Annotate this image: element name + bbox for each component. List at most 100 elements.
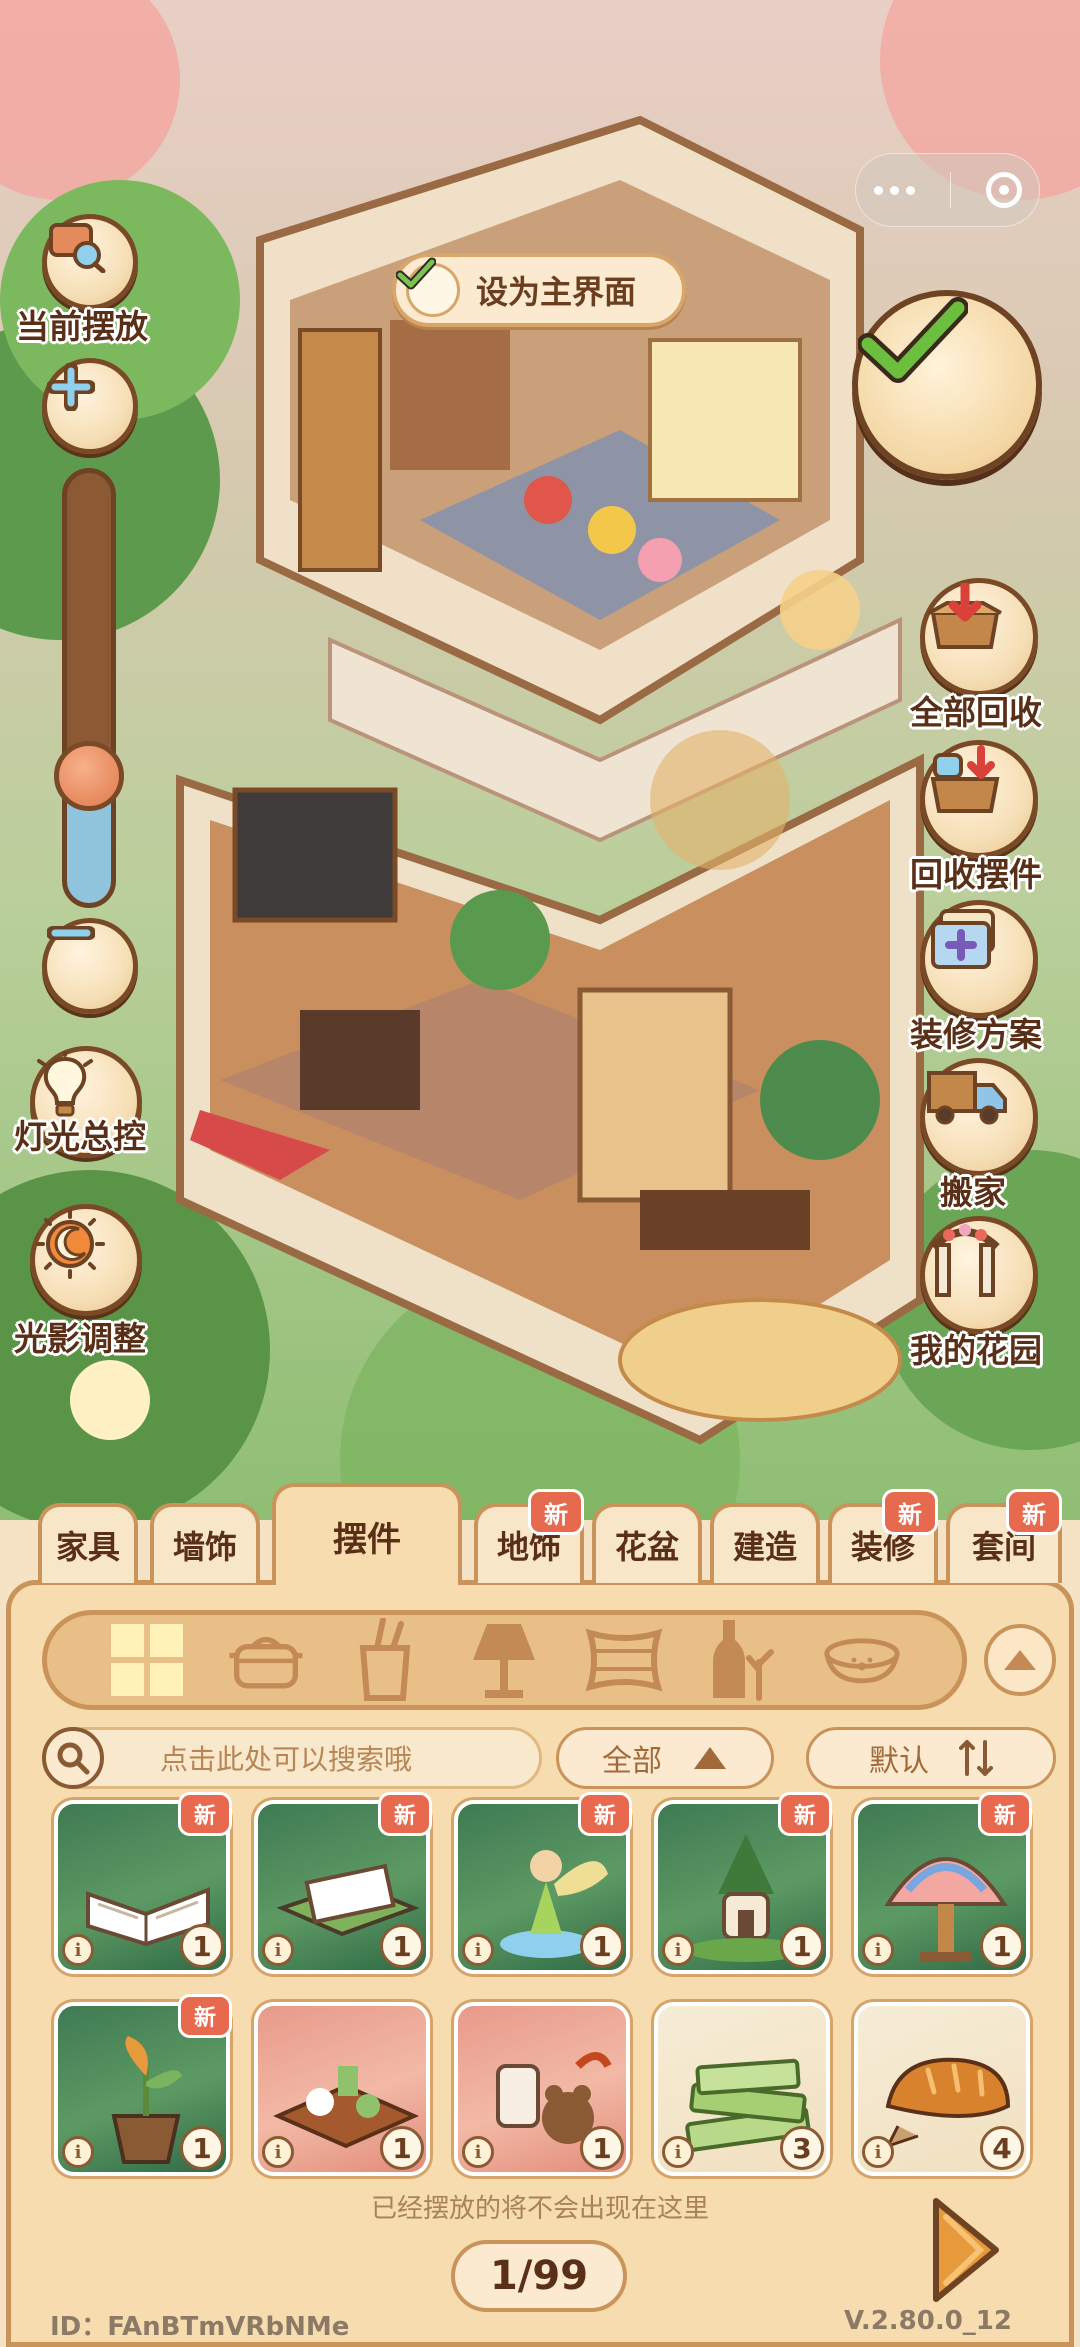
item-count: 1 bbox=[380, 2126, 424, 2170]
item-count: 1 bbox=[380, 1924, 424, 1968]
info-icon[interactable]: i bbox=[662, 2136, 694, 2168]
sort-order-icon bbox=[959, 1740, 993, 1776]
filter-label: 全部 bbox=[602, 1744, 662, 1779]
garden-arch-icon bbox=[930, 1224, 1000, 1297]
recycle-ornament-button[interactable] bbox=[920, 740, 1038, 858]
tab-flower-pots[interactable]: 花盆 bbox=[592, 1503, 702, 1583]
my-garden-button[interactable] bbox=[920, 1216, 1038, 1334]
search-placeholder: 点击此处可以搜索哦 bbox=[160, 1743, 413, 1776]
zoom-out-button[interactable] bbox=[42, 918, 138, 1014]
chevron-up-icon bbox=[1004, 1650, 1036, 1670]
next-page-button[interactable] bbox=[928, 2195, 1004, 2305]
info-icon[interactable]: i bbox=[662, 1934, 694, 1966]
info-icon[interactable]: i bbox=[262, 1934, 294, 1966]
checkmark-icon bbox=[858, 297, 968, 383]
info-icon[interactable]: i bbox=[62, 2136, 94, 2168]
inventory-item-open-book[interactable]: i 1 新 bbox=[54, 1792, 232, 1974]
pot-icon[interactable] bbox=[226, 1620, 306, 1700]
tab-floor-decor[interactable]: 地饰 新 bbox=[474, 1489, 584, 1583]
item-count: 1 bbox=[180, 2126, 224, 2170]
user-id: ID：FAnBTmVRbNMe bbox=[50, 2312, 350, 2342]
page-indicator: 1/99 bbox=[451, 2240, 627, 2312]
item-count: 1 bbox=[180, 1924, 224, 1968]
info-icon[interactable]: i bbox=[862, 2136, 894, 2168]
recycle-all-button[interactable] bbox=[920, 578, 1038, 696]
inventory-item-green-books[interactable]: i3 bbox=[654, 2002, 830, 2176]
sort-dropdown[interactable]: 默认 bbox=[806, 1727, 1056, 1789]
more-icon[interactable] bbox=[873, 185, 915, 195]
zoom-slider-knob[interactable] bbox=[54, 741, 124, 811]
set-main-label: 设为主界面 bbox=[476, 273, 637, 311]
pillow-icon[interactable] bbox=[584, 1620, 664, 1700]
tab-label: 花盆 bbox=[614, 1528, 679, 1566]
info-icon[interactable]: i bbox=[262, 2136, 294, 2168]
tab-ornaments[interactable]: 摆件 bbox=[272, 1483, 462, 1585]
item-count: 1 bbox=[780, 1924, 824, 1968]
search-icon bbox=[42, 1727, 104, 1789]
zoom-slider[interactable] bbox=[62, 468, 116, 908]
inventory-item-fairy-figurine[interactable]: i 1 新 bbox=[454, 1792, 632, 1974]
shadow-adjust-button[interactable] bbox=[30, 1204, 142, 1316]
sun-moon-icon bbox=[35, 1209, 105, 1279]
minus-icon bbox=[47, 926, 95, 940]
moving-label: 搬家 bbox=[940, 1173, 1006, 1212]
tab-suites[interactable]: 套间 新 bbox=[946, 1489, 1062, 1583]
item-count: 3 bbox=[780, 2126, 824, 2170]
bottle-icon[interactable] bbox=[703, 1620, 783, 1701]
new-badge: 新 bbox=[178, 1994, 232, 2038]
lamp-icon[interactable] bbox=[464, 1620, 544, 1700]
new-badge: 新 bbox=[578, 1792, 632, 1836]
info-icon[interactable]: i bbox=[462, 1934, 494, 1966]
inventory-item-tree-house[interactable]: i 1 新 bbox=[654, 1792, 832, 1974]
cup-icon[interactable] bbox=[345, 1618, 425, 1701]
miniprogram-capsule[interactable] bbox=[855, 153, 1040, 227]
new-badge: 新 bbox=[978, 1792, 1032, 1836]
info-icon[interactable]: i bbox=[62, 1934, 94, 1966]
inventory-item-sprout-pot[interactable]: i 1 新 bbox=[54, 1994, 232, 2176]
tab-renovation[interactable]: 装修 新 bbox=[828, 1489, 938, 1583]
all-grid-icon[interactable] bbox=[107, 1620, 187, 1700]
checkmark-icon bbox=[396, 257, 460, 317]
current-placement-button[interactable] bbox=[42, 214, 138, 310]
item-count: 1 bbox=[980, 1924, 1024, 1968]
recycle-ornament-label: 回收摆件 bbox=[910, 855, 1042, 894]
decoration-plan-button[interactable] bbox=[920, 900, 1038, 1018]
info-icon[interactable]: i bbox=[462, 2136, 494, 2168]
tab-label: 摆件 bbox=[333, 1519, 401, 1560]
zoom-in-button[interactable] bbox=[42, 358, 138, 454]
recycle-ornament-icon bbox=[930, 745, 1000, 813]
new-badge: 新 bbox=[1006, 1489, 1062, 1535]
new-badge: 新 bbox=[378, 1792, 432, 1836]
inventory-item-bread-loaf[interactable]: i4 bbox=[854, 2002, 1030, 2176]
sort-label: 默认 bbox=[869, 1744, 929, 1779]
moving-truck-icon bbox=[927, 1071, 1007, 1125]
item-count: 4 bbox=[980, 2126, 1024, 2170]
inventory-item-tea-table[interactable]: i1 bbox=[254, 2002, 430, 2176]
close-target-icon[interactable] bbox=[985, 172, 1022, 208]
inventory-item-tiffany-lamp[interactable]: i 1 新 bbox=[854, 1792, 1032, 1974]
triangle-up-icon bbox=[694, 1747, 726, 1769]
inventory-item-letter-box[interactable]: i 1 新 bbox=[254, 1792, 432, 1974]
capsule-divider bbox=[949, 172, 951, 208]
placed-hint: 已经摆放的将不会出现在这里 bbox=[370, 2194, 709, 2224]
moving-button[interactable] bbox=[920, 1058, 1038, 1176]
filter-dropdown[interactable]: 全部 bbox=[556, 1727, 774, 1789]
confirm-button[interactable] bbox=[852, 290, 1042, 480]
tab-wall-decor[interactable]: 墙饰 bbox=[150, 1503, 260, 1583]
light-control-label: 灯光总控 bbox=[14, 1117, 146, 1156]
category-tabs: 家具 墙饰 摆件 地饰 新 花盆 建造 装修 新 套间 新 bbox=[0, 1478, 1080, 1585]
tab-build[interactable]: 建造 bbox=[710, 1503, 820, 1583]
decoration-plan-label: 装修方案 bbox=[910, 1015, 1042, 1054]
set-main-interface-button[interactable]: 设为主界面 bbox=[392, 253, 686, 327]
game-scene[interactable]: 设为主界面 当前摆放 灯光总控 光影调整 全部回收 回收摆件 装修方案 搬家 我… bbox=[0, 0, 1080, 1520]
info-icon[interactable]: i bbox=[862, 1934, 894, 1966]
collapse-panel-button[interactable] bbox=[984, 1624, 1056, 1696]
pet-bowl-icon[interactable] bbox=[822, 1620, 902, 1700]
tab-furniture[interactable]: 家具 bbox=[38, 1503, 138, 1583]
new-badge: 新 bbox=[778, 1792, 832, 1836]
inventory-item-bear-mug[interactable]: i1 bbox=[454, 2002, 630, 2176]
item-count: 1 bbox=[580, 2126, 624, 2170]
plus-icon bbox=[47, 363, 95, 411]
room-illustration bbox=[0, 0, 1080, 1520]
search-input[interactable]: 点击此处可以搜索哦 bbox=[42, 1727, 542, 1789]
